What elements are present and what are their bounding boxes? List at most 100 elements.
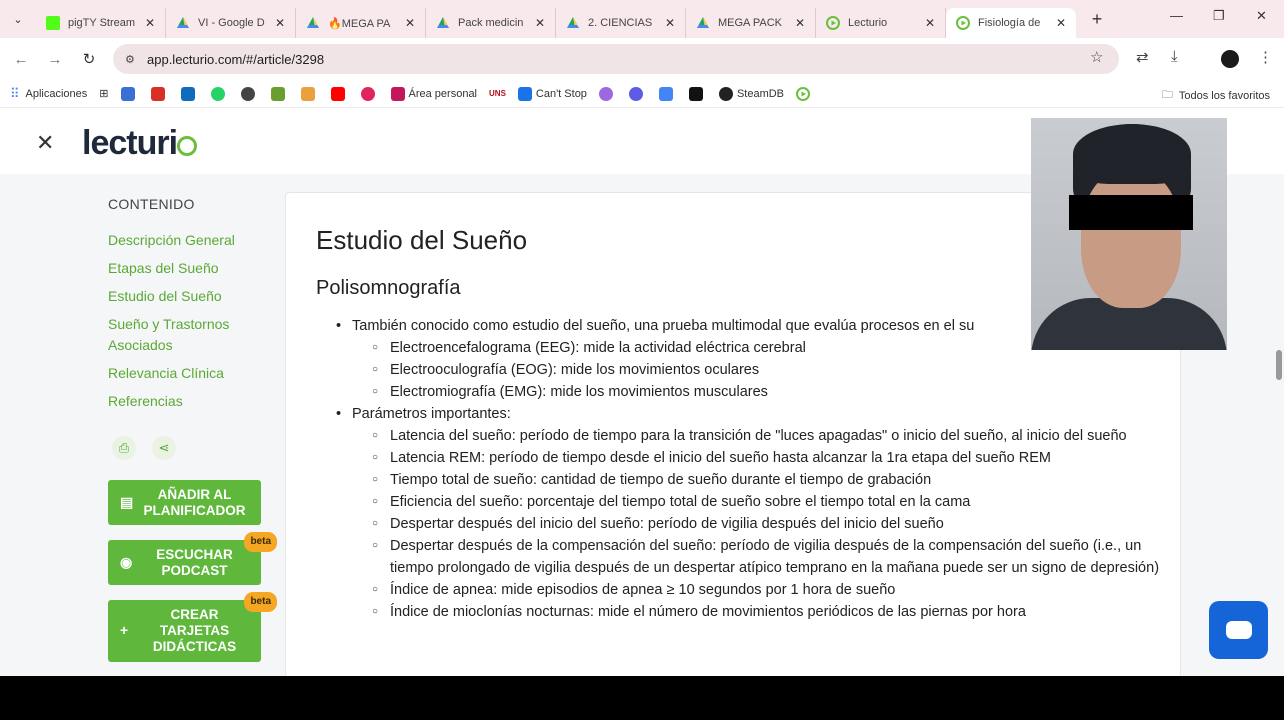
tab-close-icon[interactable]: ✕: [795, 16, 805, 30]
print-icon[interactable]: ⎙: [112, 436, 136, 460]
chat-button[interactable]: [1209, 601, 1268, 659]
bookmark-cant-stop[interactable]: Can't Stop: [517, 86, 587, 101]
bullet-text: También conocido como estudio del sueño,…: [352, 318, 975, 334]
browser-tab[interactable]: pigTY Stream ✕: [36, 8, 166, 38]
bookmark-area-personal[interactable]: Área personal: [390, 86, 478, 101]
forward-arrow-icon[interactable]: →: [38, 51, 72, 68]
outlook-icon[interactable]: [180, 86, 199, 101]
apps-label: Aplicaciones: [25, 87, 88, 100]
sidebar-item-etapas-del-sueno[interactable]: Etapas del Sueño: [108, 258, 278, 279]
article-title: Estudio del Sueño: [316, 225, 528, 255]
sidebar-item-relevancia-clinica[interactable]: Relevancia Clínica: [108, 363, 278, 384]
all-bookmarks[interactable]: 🗀 Todos los favoritos: [1162, 86, 1270, 105]
tab-title: Fisiología de: [978, 17, 1041, 29]
list-item: Electrooculografía (EOG): mide los movim…: [372, 359, 1164, 381]
apps-bookmark[interactable]: ⠿ Aplicaciones: [10, 86, 87, 102]
site-info-icon[interactable]: ⚙: [125, 53, 147, 66]
folder-icon: 🗀: [1161, 89, 1173, 101]
drive-icon: [436, 16, 450, 30]
close-icon[interactable]: ✕: [36, 130, 54, 156]
translate-icon[interactable]: [658, 86, 677, 101]
logo-play-ring-icon: [177, 136, 198, 156]
browser-tab[interactable]: MEGA PACK ✕: [686, 8, 816, 38]
tab-close-icon[interactable]: ✕: [535, 16, 545, 30]
list-item: Tiempo total de sueño: cantidad de tiemp…: [372, 469, 1164, 491]
bookmark-icon[interactable]: [300, 86, 319, 101]
list-item: Latencia del sueño: período de tiempo pa…: [372, 425, 1164, 447]
list-item: Índice de apnea: mide episodios de apnea…: [372, 579, 1164, 601]
reload-icon[interactable]: ↻: [72, 50, 106, 68]
lecturio-icon[interactable]: [796, 86, 811, 101]
create-flashcards-button[interactable]: + CREAR TARJETAS DIDÁCTICAS beta: [108, 592, 277, 662]
browser-tab[interactable]: 🔥MEGA PA ✕: [296, 8, 426, 38]
add-to-planner-button[interactable]: ▤ AÑADIR AL PLANIFICADOR: [108, 480, 261, 525]
share-icon[interactable]: ⋖: [152, 436, 176, 460]
all-bookmarks-label: Todos los favoritos: [1178, 89, 1270, 102]
list-item: Eficiencia del sueño: porcentaje del tie…: [372, 491, 1164, 513]
download-icon[interactable]: ⤓: [1171, 48, 1178, 65]
list-item: Electromiografía (EMG): mide los movimie…: [372, 381, 1164, 403]
new-tab-plus-icon[interactable]: +: [1082, 9, 1112, 30]
kick-icon: [46, 16, 60, 30]
bookmark-steamdb[interactable]: SteamDB: [718, 86, 785, 101]
close-window-icon[interactable]: ✕: [1256, 8, 1267, 24]
browser-tab[interactable]: VI - Google D ✕: [166, 8, 296, 38]
lecturio-logo[interactable]: lecturi: [82, 124, 198, 163]
address-bar[interactable]: ⚙ app.lecturio.com/#/article/3298: [113, 44, 1119, 74]
grid-icon[interactable]: ⊞: [99, 87, 108, 100]
browser-tab[interactable]: Pack medicin ✕: [426, 8, 556, 38]
back-arrow-icon[interactable]: ←: [4, 51, 38, 68]
steamdb-icon: [718, 86, 733, 101]
bookmark-icon[interactable]: [628, 86, 647, 101]
bookmark-label: Área personal: [408, 87, 478, 100]
translate-icon[interactable]: ⇄: [1136, 48, 1149, 66]
bookmark-label: SteamDB: [736, 87, 785, 100]
tab-close-icon[interactable]: ✕: [405, 16, 415, 30]
browser-tab[interactable]: 2. CIENCIAS ✕: [556, 8, 686, 38]
profile-avatar-icon[interactable]: [1221, 50, 1239, 68]
chat-bubble-icon: [1225, 621, 1252, 639]
unsa-icon[interactable]: UNS: [489, 89, 506, 98]
minimize-icon[interactable]: —: [1170, 8, 1183, 23]
url-text: app.lecturio.com/#/article/3298: [147, 51, 325, 67]
sidebar-item-referencias[interactable]: Referencias: [108, 391, 278, 412]
tab-close-icon[interactable]: ✕: [145, 16, 155, 30]
webcam-overlay: [1031, 118, 1227, 350]
bookmark-icon[interactable]: [120, 86, 139, 101]
browser-tab-strip: ⌄ pigTY Stream ✕ VI - Google D ✕ 🔥MEGA P…: [0, 0, 1284, 38]
browser-tab-active[interactable]: Fisiología de ✕: [946, 8, 1076, 38]
sidebar-item-descripcion-general[interactable]: Descripción General: [108, 230, 278, 251]
beta-badge: beta: [244, 592, 277, 612]
article-content: También conocido como estudio del sueño,…: [334, 315, 1164, 623]
contents-sidebar: CONTENIDO Descripción General Etapas del…: [108, 196, 278, 662]
bookmark-icon[interactable]: [598, 86, 617, 101]
bookmark-star-icon[interactable]: ☆: [1090, 48, 1103, 66]
restore-icon[interactable]: ❐: [1213, 8, 1225, 24]
lecturio-icon: [956, 16, 970, 30]
tab-close-icon[interactable]: ✕: [1056, 16, 1066, 30]
chatgpt-icon[interactable]: [240, 86, 259, 101]
podcast-icon: ◉: [120, 554, 133, 570]
bookmark-icon: [517, 86, 532, 101]
bookmark-icon[interactable]: [270, 86, 289, 101]
tab-close-icon[interactable]: ✕: [665, 16, 675, 30]
scrollbar-thumb[interactable]: [1276, 350, 1282, 380]
bookmark-icon[interactable]: [360, 86, 379, 101]
browser-tab[interactable]: Lecturio ✕: [816, 8, 946, 38]
sidebar-heading: CONTENIDO: [108, 196, 195, 212]
tab-search-chevron-icon[interactable]: ⌄: [0, 0, 36, 38]
button-label: AÑADIR AL PLANIFICADOR: [143, 486, 246, 518]
tab-title: 🔥MEGA PA: [328, 17, 391, 30]
sidebar-item-estudio-del-sueno[interactable]: Estudio del Sueño: [108, 286, 278, 307]
whatsapp-icon[interactable]: [210, 86, 229, 101]
sidebar-item-sueno-y-trastornos[interactable]: Sueño y Trastornos Asociados: [108, 314, 278, 356]
more-menu-icon[interactable]: ⋮: [1258, 48, 1273, 66]
gmail-icon[interactable]: [150, 86, 169, 101]
list-item: Parámetros importantes: Latencia del sue…: [334, 403, 1164, 623]
youtube-icon[interactable]: [330, 86, 349, 101]
tab-close-icon[interactable]: ✕: [275, 16, 285, 30]
listen-podcast-button[interactable]: ◉ ESCUCHAR PODCAST beta: [108, 532, 277, 585]
bookmark-icon[interactable]: [688, 86, 707, 101]
article-subtitle: Polisomnografía: [316, 277, 461, 299]
tab-close-icon[interactable]: ✕: [925, 16, 935, 30]
